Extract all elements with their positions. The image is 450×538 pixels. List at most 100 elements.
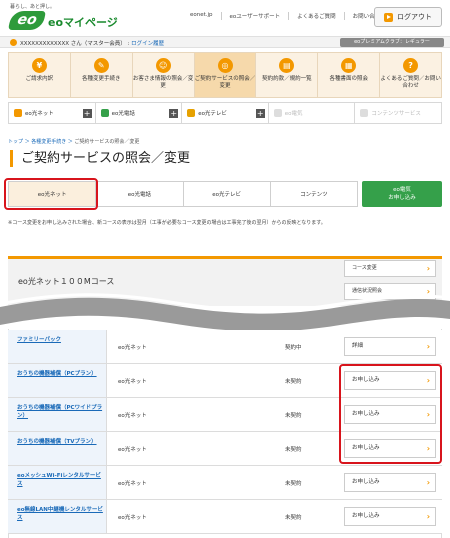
user-icon xyxy=(10,39,17,46)
apply-button[interactable]: お申し込み › xyxy=(344,507,436,526)
service-tab-electric: eo電気 xyxy=(267,103,355,123)
header: 暮らし、あと押し。 eo eoマイページ eonet.jp eoユーザーサポート… xyxy=(0,0,450,34)
user-name: XXXXXXXXXXXXX さん（マスター会員） xyxy=(20,41,126,47)
topnav-support[interactable]: eoユーザーサポート xyxy=(220,12,289,20)
menu-label: 契約約款／規約一覧 xyxy=(262,76,312,82)
logout-button[interactable]: ログアウト xyxy=(374,7,442,27)
pencil-icon: ✎ xyxy=(93,58,109,73)
plus-icon[interactable]: + xyxy=(169,109,179,118)
service-tab-net[interactable]: eo光ネット + xyxy=(9,103,95,123)
service-tab-label: eo光ネット xyxy=(25,111,54,117)
option-name-link[interactable]: おうちの機器補償（PCワイドプラン） xyxy=(8,398,107,431)
menu-label: よくあるご質問／お問い合わせ xyxy=(380,76,441,89)
topnav-eonet[interactable]: eonet.jp xyxy=(182,12,221,20)
chevron-right-icon: › xyxy=(426,342,430,351)
detail-button[interactable]: 詳細 › xyxy=(344,337,436,356)
option-status: 未契約 xyxy=(285,413,302,419)
service-tab-label: eo光電話 xyxy=(111,111,135,117)
option-name-link[interactable]: おうちの機器補償（PCプラン） xyxy=(8,364,107,397)
option-service: eo光ネット xyxy=(118,481,147,487)
menu-item-terms[interactable]: ▤ 契約約款／規約一覧 xyxy=(255,53,317,97)
course-change-button[interactable]: コース変更 › xyxy=(344,260,436,277)
course-title: eo光ネット１００Mコース xyxy=(18,277,115,286)
breadcrumb-current: ご契約サービスの照会／変更 xyxy=(74,139,140,145)
documents-icon: ▦ xyxy=(341,58,357,73)
phone-icon xyxy=(100,109,109,117)
service-tab-label: eo光テレビ xyxy=(198,111,227,117)
table-row: ファミリーパック eo光ネット 契約中 詳細 › xyxy=(8,330,442,364)
tv-icon xyxy=(187,109,196,117)
highlight-frame xyxy=(339,364,442,464)
plus-icon[interactable]: + xyxy=(82,109,92,118)
option-service: eo光ネット xyxy=(118,447,147,453)
user-bar: XXXXXXXXXXXXX さん（マスター会員） : ログイン履歴 eoプレミア… xyxy=(0,36,450,48)
electric-apply-button[interactable]: eo電気 お申し込み xyxy=(362,181,442,207)
tab-contents[interactable]: コンテンツ xyxy=(269,182,357,206)
question-icon: ? xyxy=(403,58,419,73)
chevron-right-icon: › xyxy=(426,478,430,487)
menu-label: 各種書面の照会 xyxy=(329,76,368,82)
service-tab-label: コンテンツサービス xyxy=(371,111,421,117)
electric-icon xyxy=(273,109,282,117)
logout-icon xyxy=(384,12,393,22)
tab-eo-phone[interactable]: eo光電話 xyxy=(95,182,183,206)
logo-tagline: 暮らし、あと押し。 xyxy=(10,4,56,10)
course-change-note: ※コース変更をお申し込みされた場合、新コースの表示は翌月（工事が必要なコース変更… xyxy=(8,220,326,226)
button-label: 詳細 xyxy=(352,343,364,349)
topnav-faq[interactable]: よくあるご質問 xyxy=(288,12,344,20)
table-row: eo無線LAN中継機レンタルサービス eo光ネット 未契約 お申し込み › xyxy=(8,500,442,534)
option-name-link[interactable]: ファミリーパック xyxy=(8,330,107,363)
service-tab-label: eo電気 xyxy=(284,111,303,117)
premium-club-badge[interactable]: eoプレミアムクラブ：レギュラー xyxy=(340,38,444,47)
menu-label: ご契約サービスの照会／変更 xyxy=(194,76,256,89)
site-name: eoマイページ xyxy=(48,16,118,29)
plus-icon[interactable]: + xyxy=(255,109,265,118)
menu-item-documents[interactable]: ▦ 各種書面の照会 xyxy=(317,53,379,97)
button-label: コース変更 xyxy=(352,265,377,271)
apply-label: eo電気 お申し込み xyxy=(388,187,416,201)
option-status: 未契約 xyxy=(285,447,302,453)
eo-logo-icon: eo xyxy=(7,11,47,30)
option-service: eo光ネット xyxy=(118,379,147,385)
document-icon: ▤ xyxy=(279,58,295,73)
menu-item-customer-info[interactable]: ☺ お客さま情報の照会／変更 xyxy=(131,53,194,97)
chevron-right-icon: › xyxy=(426,512,430,521)
option-status: 契約中 xyxy=(285,345,302,351)
breadcrumb-procedures[interactable]: 各種変更手続き xyxy=(31,139,66,145)
highlight-frame xyxy=(4,178,98,210)
site-logo[interactable]: 暮らし、あと押し。 eo eoマイページ xyxy=(7,3,118,31)
service-tabs: eo光ネット + eo光電話 + eo光テレビ + eo電気 コンテンツサービス xyxy=(8,102,442,124)
menu-item-procedures[interactable]: ✎ 各種変更手続き xyxy=(69,53,132,97)
breadcrumb-top[interactable]: トップ xyxy=(8,139,23,145)
contents-icon xyxy=(360,109,369,117)
person-icon: ☺ xyxy=(155,58,171,73)
option-status: 未契約 xyxy=(285,481,302,487)
menu-item-contract-services[interactable]: ◎ ご契約サービスの照会／変更 xyxy=(193,53,256,97)
table-row: eoメッシュWi-Fiレンタルサービス eo光ネット 未契約 お申し込み › xyxy=(8,466,442,500)
button-label: お申し込み xyxy=(352,479,380,485)
service-tab-phone[interactable]: eo光電話 + xyxy=(94,103,182,123)
net-icon xyxy=(14,109,22,117)
menu-item-faq[interactable]: ? よくあるご質問／お問い合わせ xyxy=(379,53,441,97)
option-service: eo光ネット xyxy=(118,515,147,521)
option-service: eo光ネット xyxy=(118,345,147,351)
option-status: 未契約 xyxy=(285,379,302,385)
option-name-link[interactable]: eo無線LAN中継機レンタルサービス xyxy=(8,500,107,533)
tab-eo-tv[interactable]: eo光テレビ xyxy=(182,182,270,206)
option-name-link[interactable]: eoメッシュWi-Fiレンタルサービス xyxy=(8,466,107,499)
user-info: XXXXXXXXXXXXX さん（マスター会員） : ログイン履歴 xyxy=(20,41,165,47)
main-menu: ¥ ご請求内訳 ✎ 各種変更手続き ☺ お客さま情報の照会／変更 ◎ ご契約サー… xyxy=(8,52,442,98)
menu-item-billing[interactable]: ¥ ご請求内訳 xyxy=(9,53,70,97)
option-name-link[interactable]: おうちの機器補償（TVプラン） xyxy=(8,432,107,465)
top-nav: eonet.jp eoユーザーサポート よくあるご質問 お問い合わせ xyxy=(182,12,394,20)
apply-button[interactable]: お申し込み › xyxy=(344,473,436,492)
contract-icon: ◎ xyxy=(217,58,233,73)
service-tab-contents: コンテンツサービス xyxy=(354,103,441,123)
yen-icon: ¥ xyxy=(31,58,47,73)
page-title: ご契約サービスの照会／変更 xyxy=(10,150,190,167)
chevron-right-icon: › xyxy=(426,264,430,273)
login-history-link[interactable]: ログイン履歴 xyxy=(131,41,164,47)
logout-label: ログアウト xyxy=(397,13,432,21)
service-tab-tv[interactable]: eo光テレビ + xyxy=(181,103,268,123)
menu-label: 各種変更手続き xyxy=(82,76,121,82)
